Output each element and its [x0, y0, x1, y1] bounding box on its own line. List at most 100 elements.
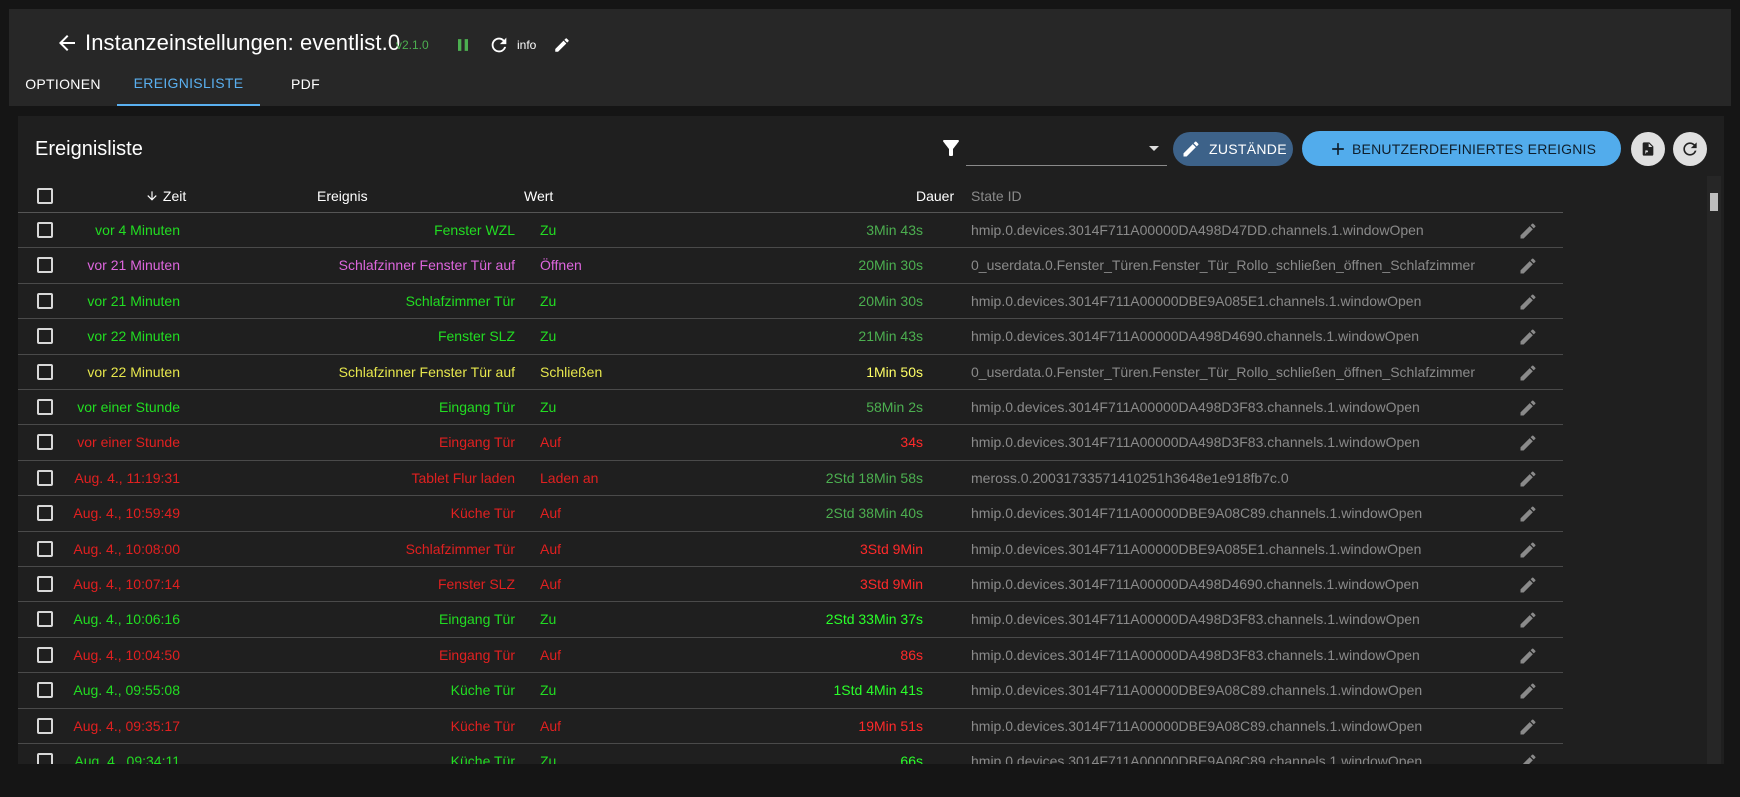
tab-pdf[interactable]: PDF: [260, 61, 351, 106]
table-scrollbar[interactable]: [1707, 176, 1721, 764]
row-checkbox[interactable]: [37, 257, 53, 274]
row-duration: 66s: [900, 753, 923, 764]
row-time: vor 21 Minuten: [87, 257, 180, 274]
event-table: Zeit Ereignis Wert Dauer State ID vor 4 …: [18, 180, 1563, 764]
states-button-label: ZUSTÄNDE: [1209, 141, 1287, 157]
pencil-icon: [555, 38, 569, 52]
row-checkbox[interactable]: [37, 682, 53, 699]
row-checkbox[interactable]: [37, 363, 53, 380]
tab-ereignisliste[interactable]: EREIGNISLISTE: [117, 61, 260, 106]
row-edit-button[interactable]: [1518, 681, 1538, 701]
row-event: Fenster SLZ: [437, 576, 515, 592]
row-duration: 20Min 30s: [858, 292, 923, 309]
refresh-icon: [491, 37, 507, 53]
column-time-label: Zeit: [162, 188, 187, 204]
row-edit-button[interactable]: [1518, 752, 1538, 764]
row-checkbox[interactable]: [37, 576, 53, 592]
row-edit-button[interactable]: [1518, 717, 1538, 737]
back-button[interactable]: [45, 21, 89, 65]
row-checkbox[interactable]: [37, 399, 53, 415]
table-row[interactable]: vor 22 Minuten Fenster SLZ Zu 21Min 43s hmip…: [18, 319, 1563, 355]
select-all-checkbox[interactable]: [37, 188, 53, 204]
row-edit-button[interactable]: [1518, 363, 1538, 383]
row-duration: 86s: [900, 646, 923, 663]
table-row[interactable]: vor 21 Minuten Schlafzinner Fenster Tür a…: [18, 248, 1563, 284]
row-checkbox[interactable]: [37, 717, 53, 734]
table-row[interactable]: Aug. 4., 09:55:08 Küche Tür Zu 1Std 4Min 41…: [18, 673, 1563, 709]
row-edit-button[interactable]: [1518, 256, 1538, 276]
refresh-list-button[interactable]: [1673, 132, 1707, 166]
page-title: Instanzeinstellungen: eventlist.0: [85, 30, 401, 55]
row-checkbox[interactable]: [37, 434, 53, 451]
row-checkbox[interactable]: [37, 611, 53, 628]
scrollbar-thumb[interactable]: [1710, 193, 1718, 211]
restart-instance-button[interactable]: [485, 31, 513, 59]
table-row[interactable]: Aug. 4., 10:06:16 Eingang Tür Zu 2Std 33Min…: [18, 602, 1563, 638]
pencil-icon: [1520, 294, 1536, 310]
filter-select[interactable]: [966, 132, 1167, 166]
row-time: Aug. 4., 10:07:14: [73, 576, 180, 592]
row-event: Küche Tür: [450, 717, 515, 734]
row-state-id: meross.0.20031733571410251h3648e1e918fb7…: [971, 469, 1289, 486]
row-checkbox[interactable]: [37, 753, 53, 764]
pencil-icon: [1520, 435, 1536, 451]
table-row[interactable]: vor 21 Minuten Schlafzimmer Tür Zu 20Min 30…: [18, 284, 1563, 320]
table-row[interactable]: Aug. 4., 11:19:31 Tablet Flur laden Laden …: [18, 461, 1563, 497]
tab-optionen[interactable]: OPTIONEN: [9, 61, 117, 106]
states-button[interactable]: ZUSTÄNDE: [1173, 132, 1293, 166]
add-custom-event-button[interactable]: BENUTZERDEFINIERTES EREIGNIS: [1302, 131, 1621, 166]
row-checkbox[interactable]: [37, 222, 53, 238]
row-edit-button[interactable]: [1518, 433, 1538, 453]
pencil-icon: [1520, 329, 1536, 345]
row-edit-button[interactable]: [1518, 540, 1538, 560]
row-edit-button[interactable]: [1518, 610, 1538, 630]
row-duration: 21Min 43s: [858, 328, 923, 345]
row-state-id: hmip.0.devices.3014F711A00000DA498D3F83.…: [971, 611, 1420, 628]
row-checkbox[interactable]: [37, 505, 53, 522]
row-duration: 58Min 2s: [866, 399, 923, 415]
row-value: Auf: [540, 717, 562, 734]
row-checkbox[interactable]: [37, 469, 53, 486]
row-event: Küche Tür: [450, 505, 515, 522]
table-row[interactable]: Aug. 4., 10:07:14 Fenster SLZ Auf 3Std 9Min…: [18, 567, 1563, 603]
row-edit-button[interactable]: [1518, 575, 1538, 595]
table-row[interactable]: vor einer Stunde Eingang Tür Auf 34s hmip.0.…: [18, 425, 1563, 461]
row-state-id: hmip.0.devices.3014F711A00000DA498D3F83.…: [971, 646, 1420, 663]
pause-instance-button[interactable]: [450, 32, 476, 58]
row-edit-button[interactable]: [1518, 646, 1538, 666]
tab-bar: OPTIONEN EREIGNISLISTE PDF: [9, 61, 351, 106]
table-row[interactable]: Aug. 4., 10:04:50 Eingang Tür Auf 86s hmip.0…: [18, 638, 1563, 674]
column-duration-label: Dauer: [916, 188, 955, 204]
row-checkbox[interactable]: [37, 540, 53, 557]
row-time: Aug. 4., 10:04:50: [73, 646, 180, 663]
row-checkbox[interactable]: [37, 646, 53, 663]
column-time-sort[interactable]: Zeit: [145, 180, 186, 213]
row-state-id: hmip.0.devices.3014F711A00000DBE9A085E1.…: [971, 292, 1422, 309]
row-edit-button[interactable]: [1518, 504, 1538, 524]
plus-icon: [1332, 142, 1344, 155]
table-row[interactable]: Aug. 4., 10:08:00 Schlafzimmer Tür Auf 3Std…: [18, 532, 1563, 567]
table-row[interactable]: vor 4 Minuten Fenster WZL Zu 3Min 43s hmip.0…: [18, 213, 1563, 249]
pencil-icon: [1520, 506, 1536, 522]
card-title: Ereignisliste: [35, 138, 143, 160]
row-edit-button[interactable]: [1518, 398, 1538, 418]
caret-down-icon: [1149, 146, 1159, 151]
row-time: vor 22 Minuten: [87, 363, 180, 380]
row-edit-button[interactable]: [1518, 469, 1538, 489]
row-state-id: 0_userdata.0.Fenster_Türen.Fenster_Tür_R…: [971, 257, 1476, 274]
app-root: Instanzeinstellungen: eventlist.0 v2.1.0…: [0, 0, 1740, 797]
row-edit-button[interactable]: [1518, 327, 1538, 347]
table-row[interactable]: vor 22 Minuten Schlafzinner Fenster Tür a…: [18, 355, 1563, 390]
row-value: Öffnen: [540, 257, 582, 274]
row-checkbox[interactable]: [37, 292, 53, 309]
row-value: Zu: [540, 399, 557, 415]
row-checkbox[interactable]: [37, 328, 53, 345]
pdf-button[interactable]: [1631, 132, 1665, 166]
table-row[interactable]: Aug. 4., 10:59:49 Küche Tür Auf 2Std 38Min …: [18, 496, 1563, 532]
row-edit-button[interactable]: [1518, 221, 1538, 241]
table-row[interactable]: vor einer Stunde Eingang Tür Zu 58Min 2s hmi…: [18, 390, 1563, 426]
edit-loglevel-button[interactable]: [549, 32, 575, 58]
table-row[interactable]: Aug. 4., 09:35:17 Küche Tür Auf 19Min 51s hm…: [18, 709, 1563, 744]
table-row[interactable]: Aug. 4., 09:34:11 Küche Tür Zu 66s hmip.0.de…: [18, 744, 1563, 764]
row-edit-button[interactable]: [1518, 292, 1538, 312]
